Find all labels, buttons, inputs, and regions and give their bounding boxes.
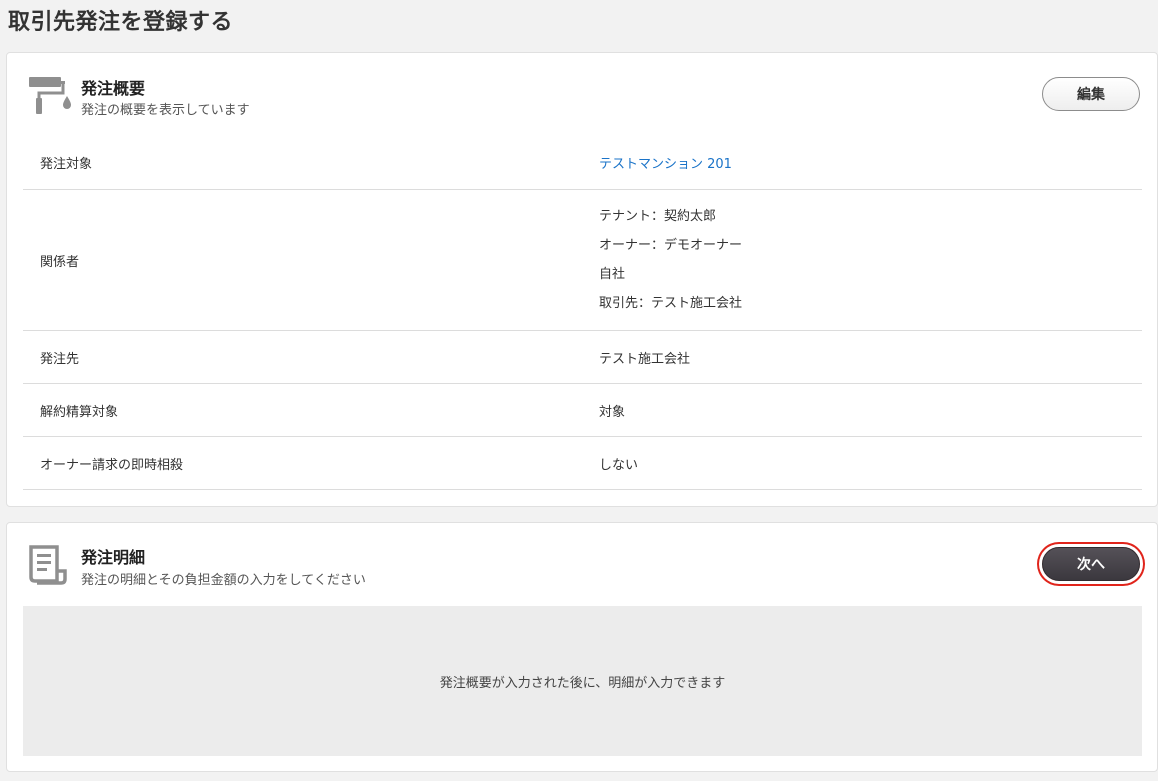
details-subtitle: 発注の明細とその負担金額の入力をしてください <box>81 573 366 588</box>
table-row: 解約精算対象 対象 <box>23 384 1142 437</box>
table-row: オーナー請求の即時相殺 しない <box>23 437 1142 490</box>
row-label: 発注先 <box>40 351 80 367</box>
party-item: 自社 <box>599 267 626 282</box>
table-row: 関係者 テナント：契約太郎 オーナー：デモオーナー 自社 取引先：テスト施工会社 <box>23 190 1142 331</box>
table-row: 発注対象 テストマンション 201 <box>23 136 1142 190</box>
order-target-link[interactable]: テストマンション 201 <box>599 157 732 172</box>
row-value: しない <box>599 457 639 473</box>
table-row: 発注先 テスト施工会社 <box>23 331 1142 384</box>
row-label: オーナー請求の即時相殺 <box>40 457 184 473</box>
edit-button[interactable]: 編集 <box>1042 77 1140 111</box>
summary-table: 発注対象 テストマンション 201 関係者 テナント：契約太郎 オーナー：デモオ… <box>23 136 1142 490</box>
paint-roller-icon <box>27 73 71 117</box>
page-title: 取引先発注を登録する <box>8 10 234 35</box>
party-item: 取引先：テスト施工会社 <box>599 296 743 311</box>
details-title: 発注明細 <box>81 548 146 567</box>
row-label: 発注対象 <box>40 157 93 172</box>
next-button[interactable]: 次へ <box>1042 547 1140 581</box>
party-item: テナント：契約太郎 <box>599 209 717 224</box>
summary-subtitle: 発注の概要を表示しています <box>81 103 250 118</box>
row-value: 対象 <box>599 404 626 420</box>
order-summary-card: 発注概要 発注の概要を表示しています 編集 発注対象 テストマンション 201 … <box>6 52 1158 507</box>
parties-list: テナント：契約太郎 オーナー：デモオーナー 自社 取引先：テスト施工会社 <box>599 202 1142 318</box>
order-details-card: 発注明細 発注の明細とその負担金額の入力をしてください 次へ 発注概要が入力され… <box>6 522 1158 772</box>
document-icon <box>27 543 71 587</box>
summary-title: 発注概要 <box>81 79 146 98</box>
party-item: オーナー：デモオーナー <box>599 238 743 253</box>
details-placeholder: 発注概要が入力された後に、明細が入力できます <box>23 606 1142 756</box>
row-value: テスト施工会社 <box>599 351 691 367</box>
details-notice: 発注概要が入力された後に、明細が入力できます <box>439 675 726 691</box>
row-label: 関係者 <box>40 254 80 270</box>
row-label: 解約精算対象 <box>40 404 119 420</box>
